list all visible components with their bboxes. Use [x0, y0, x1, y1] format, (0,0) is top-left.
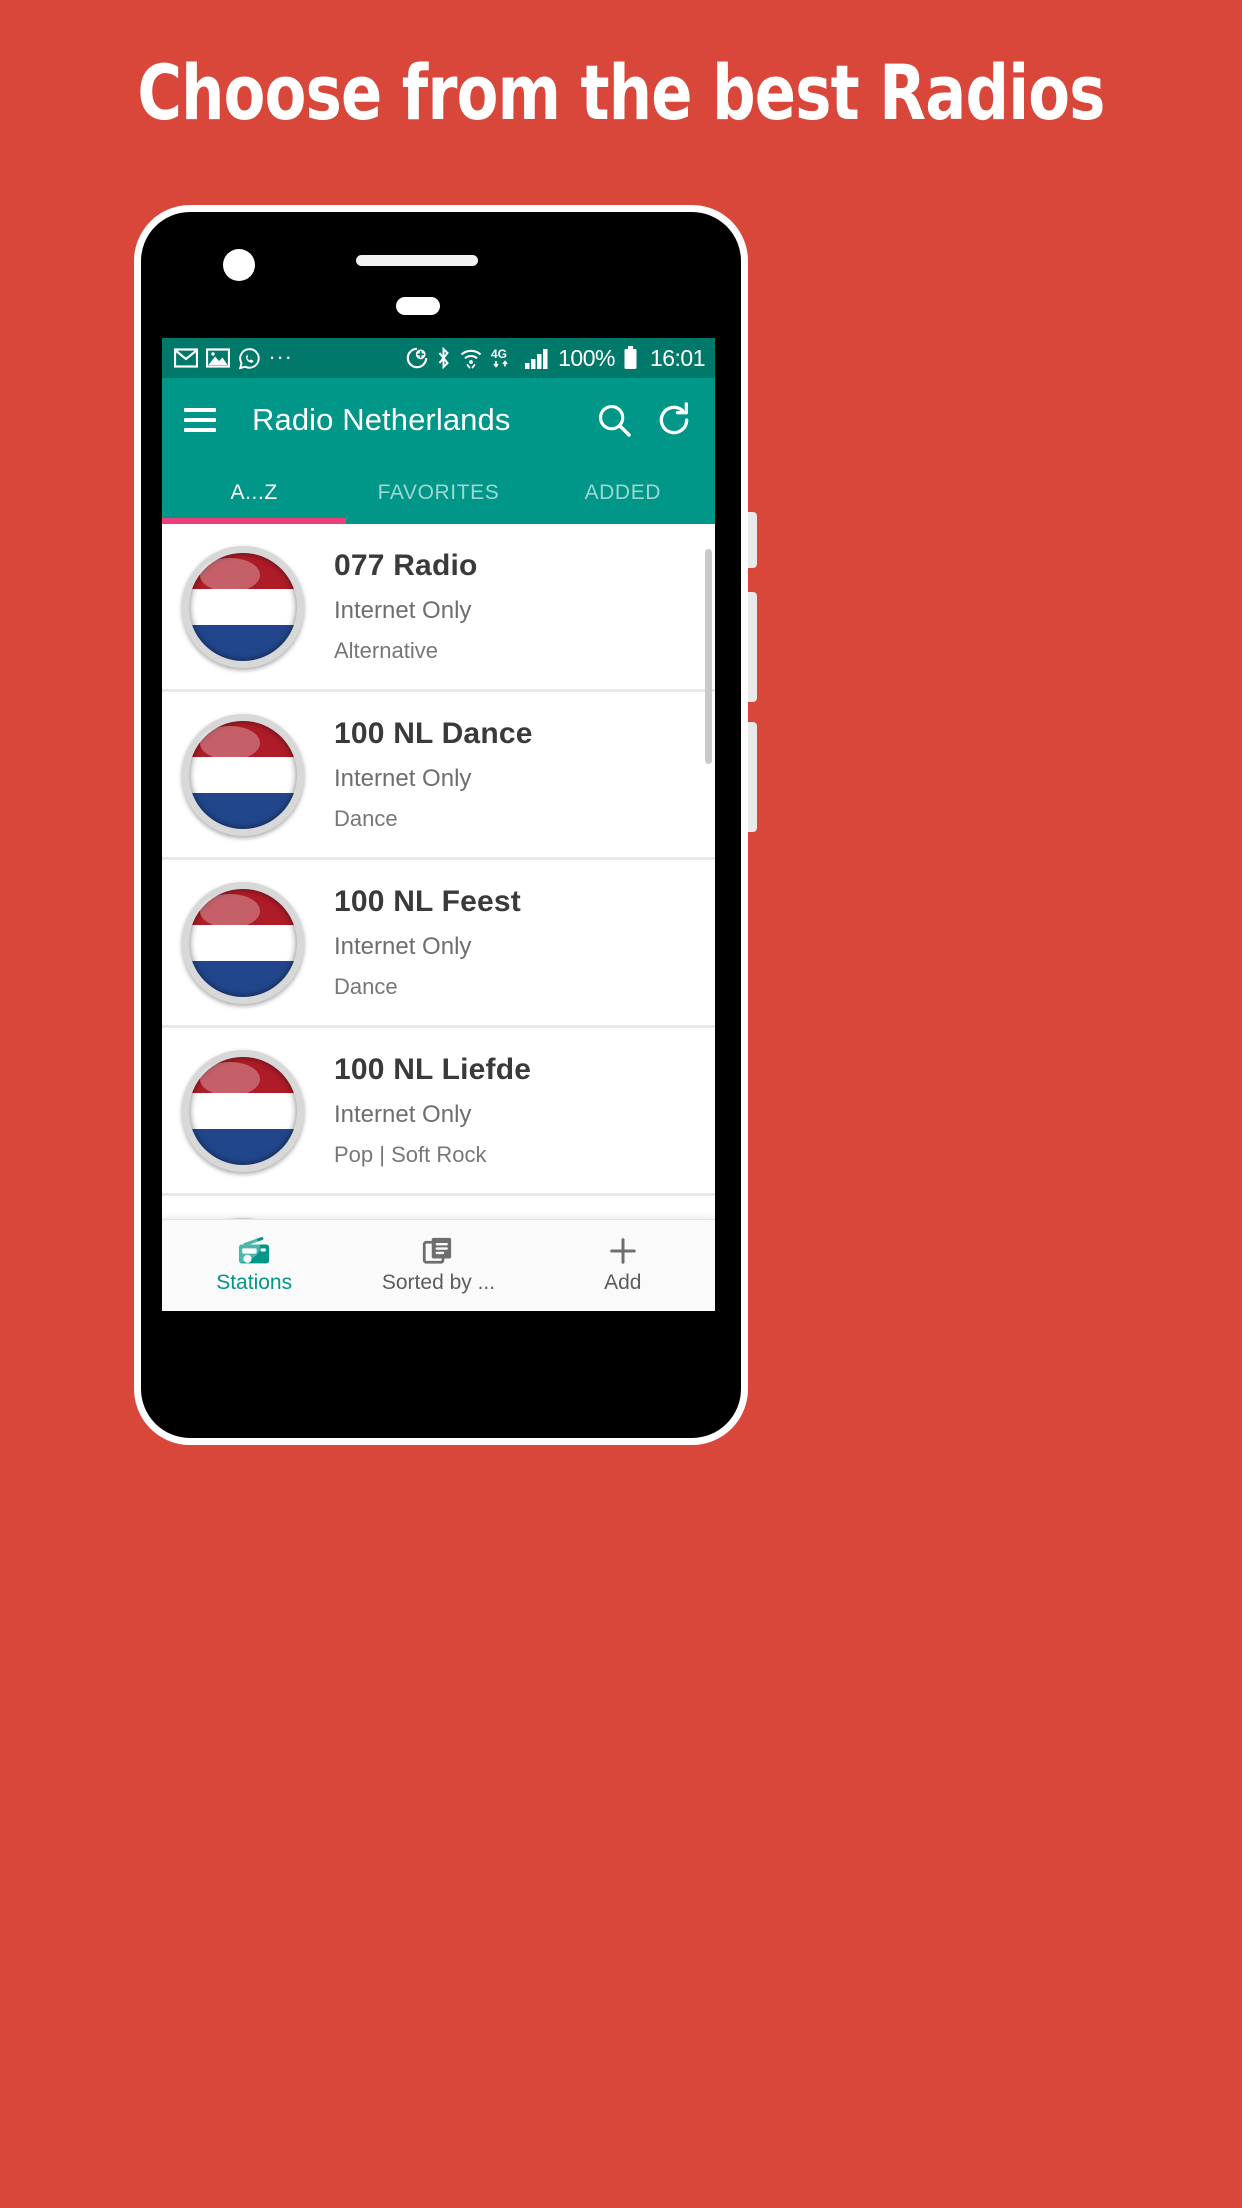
- phone-button-middle: [748, 592, 757, 702]
- list-scrollbar[interactable]: [705, 549, 712, 764]
- bottom-nav-label: Add: [604, 1271, 642, 1294]
- bottom-nav-add[interactable]: Add: [531, 1220, 715, 1311]
- list-item-text: 100 NL Dance Internet Only Dance: [334, 717, 533, 832]
- tab-added[interactable]: ADDED: [531, 462, 715, 524]
- station-availability: Internet Only: [334, 1101, 472, 1128]
- front-camera-icon: [223, 249, 255, 281]
- home-indicator: [396, 297, 440, 315]
- station-name: 100 NL Liefde: [334, 1053, 532, 1086]
- station-genre: Dance: [334, 806, 398, 831]
- search-icon[interactable]: [595, 401, 633, 439]
- tab-a-to-z[interactable]: A...Z: [162, 462, 346, 524]
- station-availability: Internet Only: [334, 765, 472, 792]
- phone-device-frame: ... 4G 100% 16:01 Radio Netherlands A...…: [134, 205, 757, 1445]
- svg-text:4G: 4G: [491, 347, 507, 361]
- app-title: Radio Netherlands: [252, 402, 511, 437]
- wifi-icon: [460, 349, 482, 369]
- list-item[interactable]: 100 NL Feest Internet Only Dance: [162, 860, 715, 1025]
- phone-button-bottom: [748, 722, 757, 832]
- bottom-nav-label: Stations: [216, 1271, 293, 1294]
- list-icon: [423, 1237, 452, 1264]
- netherlands-flag-icon: [182, 545, 304, 668]
- bluetooth-icon: [438, 347, 449, 369]
- earpiece-speaker: [356, 255, 478, 266]
- station-name: 077 Radio: [334, 549, 478, 582]
- list-item-text: 100 NL Feest Internet Only Dance: [334, 885, 521, 1000]
- list-item[interactable]: 077 Radio Internet Only Alternative: [162, 524, 715, 689]
- 4g-icon: 4G: [491, 347, 508, 368]
- page-title: Choose from the best Radios: [137, 48, 1105, 137]
- list-item[interactable]: 100 NL Liefde Internet Only Pop | Soft R…: [162, 1028, 715, 1193]
- list-item[interactable]: 100 NL Dance Internet Only Dance: [162, 692, 715, 857]
- whatsapp-icon: [238, 347, 260, 369]
- list-item-text: 100 NL Liefde Internet Only Pop | Soft R…: [334, 1053, 531, 1168]
- gmail-icon: [174, 348, 198, 368]
- station-name: 100 NL Feest: [334, 885, 521, 918]
- bottom-nav-label: Sorted by ...: [381, 1271, 496, 1294]
- hamburger-icon[interactable]: [184, 402, 216, 438]
- phone-screen: ... 4G 100% 16:01 Radio Netherlands A...…: [162, 338, 715, 1311]
- photos-icon: [206, 348, 230, 368]
- app-bar: Radio Netherlands: [162, 378, 715, 462]
- station-genre: Dance: [334, 974, 398, 999]
- status-bar: ... 4G 100% 16:01: [162, 338, 715, 378]
- station-availability: Internet Only: [334, 933, 472, 960]
- data-saver-icon: [406, 347, 428, 369]
- refresh-icon[interactable]: [655, 401, 693, 439]
- station-list[interactable]: 077 Radio Internet Only Alternative 100 …: [162, 524, 715, 1311]
- list-item-text: 077 Radio Internet Only Alternative: [334, 549, 478, 664]
- battery-percent-label: 100%: [558, 344, 615, 371]
- battery-icon: [624, 346, 637, 369]
- tab-bar: A...Z FAVORITES ADDED: [162, 462, 715, 524]
- status-bar-notifications: ...: [174, 339, 294, 370]
- station-availability: Internet Only: [334, 597, 472, 624]
- phone-button-top: [748, 512, 757, 568]
- station-genre: Pop | Soft Rock: [334, 1142, 487, 1167]
- netherlands-flag-icon: [182, 881, 304, 1004]
- signal-icon: [525, 348, 548, 369]
- bottom-nav-stations[interactable]: Stations: [162, 1220, 346, 1311]
- netherlands-flag-icon: [182, 1049, 304, 1172]
- clock-label: 16:01: [649, 344, 706, 371]
- station-genre: Alternative: [334, 638, 438, 663]
- tab-favorites[interactable]: FAVORITES: [346, 462, 530, 524]
- overflow-dots-icon: ...: [269, 339, 294, 364]
- bottom-nav-sorted-by[interactable]: Sorted by ...: [346, 1220, 530, 1311]
- netherlands-flag-icon: [182, 713, 304, 836]
- station-name: 100 NL Dance: [334, 717, 533, 750]
- plus-icon: [610, 1238, 636, 1264]
- status-bar-system-icons: 4G 100% 16:01: [406, 344, 706, 372]
